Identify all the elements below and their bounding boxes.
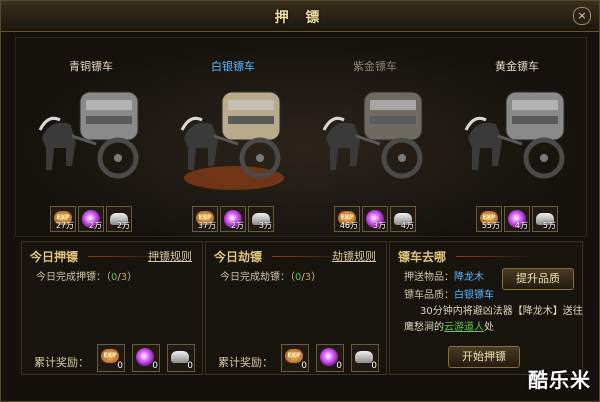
rob-panel: 今日劫镖 劫镖规则 今日完成劫镖：（0/3） 累计奖励： EXP 0 0 0 <box>205 241 387 375</box>
orb-reward-slot[interactable]: 0 <box>316 344 344 372</box>
escort-item-value: 降龙木 <box>454 272 484 283</box>
silver-reward-slot[interactable]: 3万 <box>248 206 274 232</box>
escort-accum-label: 累计奖励： <box>34 356 89 369</box>
escort-accum-rewards: EXP 0 0 0 <box>96 344 201 372</box>
reward-amount: 5万 <box>542 221 556 230</box>
escort-item-line: 押送物品：降龙木 <box>404 272 484 283</box>
cart-name: 黄金镖车 <box>495 60 539 73</box>
exp-reward-slot[interactable]: EXP 37万 <box>192 206 218 232</box>
cart-option[interactable]: 紫金镖车 EXP 46万 3万 4万 <box>304 38 446 236</box>
orb-reward-slot[interactable]: 0 <box>132 344 160 372</box>
exp-reward-slot[interactable]: EXP 55万 <box>476 206 502 232</box>
reward-amount: 2万 <box>88 221 102 230</box>
destination-panel-title: 镖车去哪 <box>398 250 447 264</box>
orb-reward-slot[interactable]: 4万 <box>504 206 530 232</box>
reward-amount: 4万 <box>514 221 528 230</box>
exp-reward-slot[interactable]: EXP 46万 <box>334 206 360 232</box>
close-icon[interactable]: × <box>573 7 591 25</box>
rob-rules-link[interactable]: 劫镖规则 <box>332 248 376 264</box>
orb-reward-slot[interactable]: 3万 <box>362 206 388 232</box>
silver-reward-slot[interactable]: 0 <box>351 344 379 372</box>
exp-reward-slot[interactable]: EXP 0 <box>97 344 125 372</box>
cart-option[interactable]: 白银镖车 EXP 37万 2万 3万 <box>162 38 304 236</box>
silver-reward-slot[interactable]: 5万 <box>532 206 558 232</box>
cart-name: 紫金镖车 <box>353 60 397 73</box>
escort-rules-link[interactable]: 押镖规则 <box>148 248 192 264</box>
exp-reward-slot[interactable]: EXP 0 <box>281 344 309 372</box>
rob-progress: 今日完成劫镖：（0/3） <box>220 272 322 283</box>
exp-reward-slot[interactable]: EXP 27万 <box>50 206 76 232</box>
cart-image[interactable] <box>36 74 148 194</box>
mission-description: 30分钟内将避凶法器【降龙木】送往鹰愁涧的云游道人处 <box>404 306 583 333</box>
reward-amount: 27万 <box>55 221 74 230</box>
reward-amount: 3万 <box>258 221 272 230</box>
upgrade-quality-button[interactable]: 提升品质 <box>502 268 574 290</box>
silver-reward-slot[interactable]: 2万 <box>106 206 132 232</box>
cart-rewards: EXP 27万 2万 2万 <box>20 206 162 232</box>
cart-image[interactable] <box>462 74 574 194</box>
silver-reward-slot[interactable]: 0 <box>167 344 195 372</box>
cart-rewards: EXP 55万 4万 5万 <box>446 206 588 232</box>
escort-panel-title: 今日押镖 <box>30 250 79 264</box>
reward-amount: 4万 <box>400 221 414 230</box>
escort-progress: 今日完成押镖：（0/3） <box>36 272 138 283</box>
cart-image[interactable] <box>320 74 432 194</box>
rob-accum-label: 累计奖励： <box>218 356 273 369</box>
reward-amount: 2万 <box>116 221 130 230</box>
destination-panel: 镖车去哪 押送物品：降龙木 镖车品质：白银镖车 提升品质 30分钟内将避凶法器【… <box>389 241 583 375</box>
reward-amount: 55万 <box>481 221 500 230</box>
npc-link[interactable]: 云游道人 <box>444 322 484 333</box>
cart-option[interactable]: 青铜镖车 EXP 27万 2万 2万 <box>20 38 162 236</box>
cart-quality-value: 白银镖车 <box>454 290 494 301</box>
cart-image[interactable] <box>178 74 290 194</box>
rob-panel-title: 今日劫镖 <box>214 250 263 264</box>
escort-panel: 今日押镖 押镖规则 今日完成押镖：（0/3） 累计奖励： EXP 0 0 0 <box>21 241 203 375</box>
cart-rewards: EXP 37万 2万 3万 <box>162 206 304 232</box>
escort-window: 押 镖 × 青铜镖车 EXP 27万 2万 2万 白银镖车 EXP 37万 2万 3万 紫金镖车 EX… <box>0 0 600 402</box>
reward-amount: 2万 <box>230 221 244 230</box>
reward-amount: 46万 <box>339 221 358 230</box>
reward-amount: 3万 <box>372 221 386 230</box>
silver-reward-slot[interactable]: 4万 <box>390 206 416 232</box>
title-bar: 押 镖 × <box>1 1 599 32</box>
cart-option[interactable]: 黄金镖车 EXP 55万 4万 5万 <box>446 38 588 236</box>
rob-accum-rewards: EXP 0 0 0 <box>280 344 385 372</box>
cart-selection-area: 青铜镖车 EXP 27万 2万 2万 白银镖车 EXP 37万 2万 3万 紫金镖车 EXP 46万 3万… <box>15 37 587 237</box>
start-escort-button[interactable]: 开始押镖 <box>448 346 520 368</box>
cart-name: 白银镖车 <box>211 60 255 73</box>
cart-rewards: EXP 46万 3万 4万 <box>304 206 446 232</box>
reward-amount: 37万 <box>197 221 216 230</box>
window-title: 押 镖 <box>274 10 326 26</box>
watermark-logo: 酷乐米 <box>528 368 591 392</box>
orb-reward-slot[interactable]: 2万 <box>220 206 246 232</box>
title-divider <box>456 256 536 257</box>
cart-name: 青铜镖车 <box>69 60 113 73</box>
cart-quality-line: 镖车品质：白银镖车 <box>404 290 494 301</box>
orb-reward-slot[interactable]: 2万 <box>78 206 104 232</box>
